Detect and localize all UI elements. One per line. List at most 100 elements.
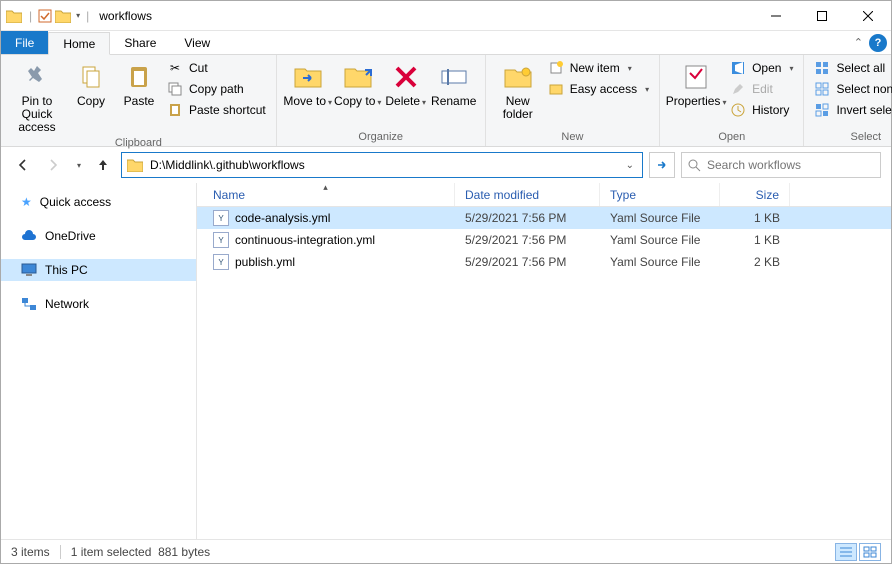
pin-icon [21,61,53,93]
move-to-icon [292,61,324,93]
copy-button[interactable]: Copy [67,57,115,108]
properties-label: Properties▾ [666,95,727,108]
address-dropdown-icon[interactable]: ⌄ [622,160,638,171]
pin-quick-access-button[interactable]: Pin to Quick access [7,57,67,135]
nav-bar: ▾ ⌄ [1,147,891,183]
table-row[interactable]: Ycode-analysis.yml 5/29/2021 7:56 PMYaml … [197,207,891,229]
table-row[interactable]: Ypublish.yml5/29/2021 7:56 PMYaml Source… [197,251,891,273]
separator [60,545,61,559]
search-icon [688,159,701,172]
select-all-button[interactable]: Select all [810,59,892,77]
move-to-button[interactable]: Move to▾ [283,57,333,108]
search-input[interactable] [707,158,874,172]
file-list: ▴Name Date modified Type Size Ycode-anal… [197,183,891,539]
ribbon-group-organize: Move to▾ Copy to▾ Delete▾ Rename Organiz… [277,55,486,146]
sidebar-item-this-pc[interactable]: This PC [1,259,196,281]
file-size: 1 KB [720,211,790,225]
folder-icon[interactable] [54,7,72,25]
column-date[interactable]: Date modified [455,183,600,206]
invert-selection-button[interactable]: Invert selection [810,101,892,119]
up-button[interactable] [91,153,115,177]
rename-icon [438,61,470,93]
column-type[interactable]: Type [600,183,720,206]
file-date: 5/29/2021 7:56 PM [455,255,600,269]
paste-button[interactable]: Paste [115,57,163,108]
paste-shortcut-button[interactable]: Paste shortcut [163,101,270,119]
column-name[interactable]: ▴Name [197,183,455,206]
navigation-pane[interactable]: ★ Quick access OneDrive This PC Network [1,183,197,539]
help-icon[interactable]: ? [869,34,887,52]
back-button[interactable] [11,153,35,177]
sidebar-item-quick-access[interactable]: ★ Quick access [1,191,196,213]
file-type: Yaml Source File [600,255,720,269]
address-input[interactable] [150,158,616,172]
easy-access-button[interactable]: Easy access▾ [544,80,653,98]
tab-home[interactable]: Home [48,32,110,55]
copy-to-button[interactable]: Copy to▾ [333,57,383,108]
minimize-button[interactable] [753,1,799,31]
file-type: Yaml Source File [600,211,720,225]
pc-icon [21,263,37,277]
icons-view-button[interactable] [859,543,881,561]
select-none-icon [814,81,830,97]
status-selected: 1 item selected 881 bytes [71,545,210,559]
cut-button[interactable]: ✂Cut [163,59,270,77]
sidebar-item-label: Quick access [40,195,111,209]
file-name: publish.yml [235,255,295,269]
search-box[interactable] [681,152,881,178]
history-icon [730,102,746,118]
file-name: code-analysis.yml [235,211,330,225]
folder-icon [5,7,23,25]
rename-button[interactable]: Rename [429,57,479,108]
sidebar-item-label: OneDrive [45,229,96,243]
cloud-icon [21,230,37,242]
column-headers: ▴Name Date modified Type Size [197,183,891,207]
status-bar: 3 items 1 item selected 881 bytes [1,539,891,563]
sort-indicator-icon: ▴ [323,182,328,193]
ribbon-group-clipboard: Pin to Quick access Copy Paste ✂Cut Copy… [1,55,277,146]
address-bar[interactable]: ⌄ [121,152,643,178]
sidebar-item-network[interactable]: Network [1,293,196,315]
open-button[interactable]: Open▾ [726,59,797,77]
new-item-button[interactable]: New item▾ [544,59,653,77]
column-size[interactable]: Size [720,183,790,206]
group-label-organize: Organize [283,129,479,146]
forward-button[interactable] [41,153,65,177]
file-date: 5/29/2021 7:56 PM [455,211,600,225]
table-row[interactable]: Ycontinuous-integration.yml5/29/2021 7:5… [197,229,891,251]
sidebar-item-onedrive[interactable]: OneDrive [1,225,196,247]
select-none-button[interactable]: Select none [810,80,892,98]
qat-checkbox-icon[interactable] [38,9,52,23]
sidebar-item-label: Network [45,297,89,311]
edit-button: Edit [726,80,797,98]
tab-view[interactable]: View [170,31,224,54]
new-folder-button[interactable]: New folder [492,57,544,121]
go-button[interactable] [649,152,675,178]
tab-file[interactable]: File [1,31,48,54]
ribbon-group-select: Select all Select none Invert selection … [804,55,892,146]
scissors-icon: ✂ [167,60,183,76]
new-folder-icon [502,61,534,93]
file-icon: Y [213,232,229,248]
qat-dropdown-icon[interactable]: ▾ [76,11,80,20]
separator: | [25,9,36,23]
main-area: ★ Quick access OneDrive This PC Network … [1,183,891,539]
recent-locations-button[interactable]: ▾ [71,153,85,177]
maximize-button[interactable] [799,1,845,31]
file-icon: Y [213,210,229,226]
properties-button[interactable]: Properties▾ [666,57,726,108]
move-to-label: Move to▾ [283,95,332,108]
copy-path-button[interactable]: Copy path [163,80,270,98]
ribbon-collapse-icon[interactable]: ⌃ [854,36,863,49]
ribbon-group-open: Properties▾ Open▾ Edit History Open [660,55,804,146]
open-icon [730,60,746,76]
history-button[interactable]: History [726,101,797,119]
group-label-select: Select [810,129,892,146]
sidebar-item-label: This PC [45,263,88,277]
separator: | [82,9,93,23]
delete-button[interactable]: Delete▾ [383,57,429,108]
close-button[interactable] [845,1,891,31]
tab-share[interactable]: Share [110,31,170,54]
details-view-button[interactable] [835,543,857,561]
edit-icon [730,81,746,97]
